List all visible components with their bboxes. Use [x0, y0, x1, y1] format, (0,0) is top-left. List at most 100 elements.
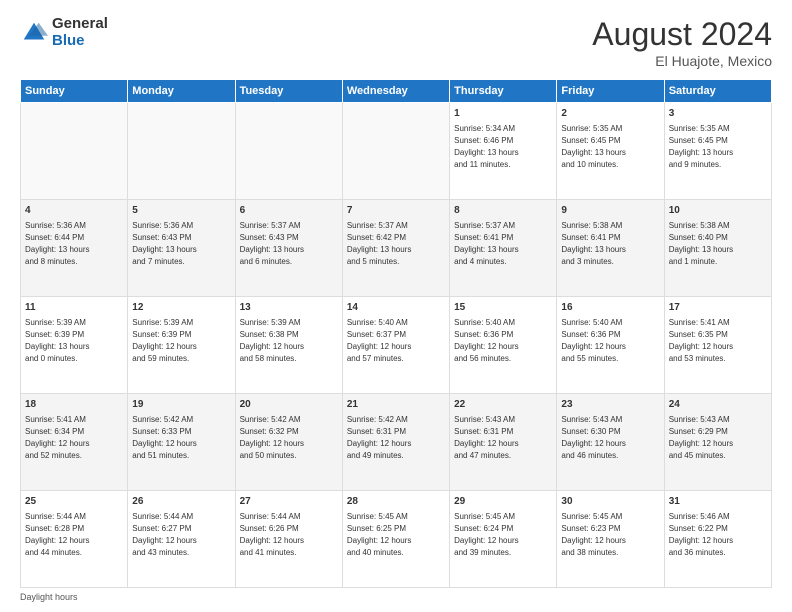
- day-cell: 31 Sunrise: 5:46 AM Sunset: 6:22 PM Dayli…: [664, 491, 771, 588]
- logo-general: General: [52, 16, 108, 33]
- day-number: 17: [669, 301, 767, 315]
- day-cell: [235, 103, 342, 200]
- day-number: 21: [347, 398, 445, 412]
- day-number: 24: [669, 398, 767, 412]
- day-info: Sunrise: 5:35 AM Sunset: 6:45 PM Dayligh…: [561, 124, 625, 169]
- day-info: Sunrise: 5:45 AM Sunset: 6:23 PM Dayligh…: [561, 512, 625, 557]
- day-info: Sunrise: 5:46 AM Sunset: 6:22 PM Dayligh…: [669, 512, 733, 557]
- day-cell: 27 Sunrise: 5:44 AM Sunset: 6:26 PM Dayli…: [235, 491, 342, 588]
- header-row: SundayMondayTuesdayWednesdayThursdayFrid…: [21, 80, 772, 103]
- day-cell: 30 Sunrise: 5:45 AM Sunset: 6:23 PM Dayli…: [557, 491, 664, 588]
- week-row-2: 4 Sunrise: 5:36 AM Sunset: 6:44 PM Daylig…: [21, 200, 772, 297]
- day-number: 26: [132, 495, 230, 509]
- day-cell: 8Sunrise: 5:37 AM Sunset: 6:41 PM Daylig…: [450, 200, 557, 297]
- footer-note: Daylight hours: [20, 592, 772, 602]
- day-info: Sunrise: 5:42 AM Sunset: 6:32 PM Dayligh…: [240, 415, 304, 460]
- day-number: 23: [561, 398, 659, 412]
- day-number: 2: [561, 107, 659, 121]
- day-cell: 5Sunrise: 5:36 AM Sunset: 6:43 PM Daylig…: [128, 200, 235, 297]
- day-info: Sunrise: 5:39 AM Sunset: 6:38 PM Dayligh…: [240, 318, 304, 363]
- day-cell: 2 Sunrise: 5:35 AM Sunset: 6:45 PM Daylig…: [557, 103, 664, 200]
- week-row-4: 18 Sunrise: 5:41 AM Sunset: 6:34 PM Dayli…: [21, 394, 772, 491]
- day-cell: 19 Sunrise: 5:42 AM Sunset: 6:33 PM Dayli…: [128, 394, 235, 491]
- day-number: 10: [669, 204, 767, 218]
- header: General Blue August 2024 El Huajote, Mex…: [20, 16, 772, 69]
- day-info: Sunrise: 5:38 AM Sunset: 6:40 PM Dayligh…: [669, 221, 733, 266]
- day-number: 27: [240, 495, 338, 509]
- col-header-monday: Monday: [128, 80, 235, 103]
- day-cell: [21, 103, 128, 200]
- day-number: 6: [240, 204, 338, 218]
- day-info: Sunrise: 5:42 AM Sunset: 6:33 PM Dayligh…: [132, 415, 196, 460]
- day-cell: 20 Sunrise: 5:42 AM Sunset: 6:32 PM Dayli…: [235, 394, 342, 491]
- day-info: Sunrise: 5:44 AM Sunset: 6:28 PM Dayligh…: [25, 512, 89, 557]
- day-info: Sunrise: 5:45 AM Sunset: 6:24 PM Dayligh…: [454, 512, 518, 557]
- day-cell: 29Sunrise: 5:45 AM Sunset: 6:24 PM Dayli…: [450, 491, 557, 588]
- day-number: 4: [25, 204, 123, 218]
- day-number: 30: [561, 495, 659, 509]
- day-info: Sunrise: 5:43 AM Sunset: 6:29 PM Dayligh…: [669, 415, 733, 460]
- day-cell: 22 Sunrise: 5:43 AM Sunset: 6:31 PM Dayli…: [450, 394, 557, 491]
- day-number: 13: [240, 301, 338, 315]
- day-cell: 10 Sunrise: 5:38 AM Sunset: 6:40 PM Dayli…: [664, 200, 771, 297]
- col-header-friday: Friday: [557, 80, 664, 103]
- calendar-body: 1Sunrise: 5:34 AM Sunset: 6:46 PM Daylig…: [21, 103, 772, 588]
- page: General Blue August 2024 El Huajote, Mex…: [0, 0, 792, 612]
- col-header-wednesday: Wednesday: [342, 80, 449, 103]
- col-header-sunday: Sunday: [21, 80, 128, 103]
- day-number: 31: [669, 495, 767, 509]
- day-number: 16: [561, 301, 659, 315]
- day-info: Sunrise: 5:43 AM Sunset: 6:31 PM Dayligh…: [454, 415, 518, 460]
- day-info: Sunrise: 5:35 AM Sunset: 6:45 PM Dayligh…: [669, 124, 733, 169]
- month-year: August 2024: [592, 16, 772, 53]
- day-cell: 21Sunrise: 5:42 AM Sunset: 6:31 PM Dayli…: [342, 394, 449, 491]
- day-info: Sunrise: 5:40 AM Sunset: 6:36 PM Dayligh…: [454, 318, 518, 363]
- day-info: Sunrise: 5:45 AM Sunset: 6:25 PM Dayligh…: [347, 512, 411, 557]
- day-info: Sunrise: 5:40 AM Sunset: 6:36 PM Dayligh…: [561, 318, 625, 363]
- day-number: 25: [25, 495, 123, 509]
- day-cell: [128, 103, 235, 200]
- week-row-3: 11 Sunrise: 5:39 AM Sunset: 6:39 PM Dayli…: [21, 297, 772, 394]
- logo-text: General Blue: [52, 16, 108, 49]
- day-cell: 6Sunrise: 5:37 AM Sunset: 6:43 PM Daylig…: [235, 200, 342, 297]
- day-cell: 15 Sunrise: 5:40 AM Sunset: 6:36 PM Dayli…: [450, 297, 557, 394]
- footer-note-text: Daylight hours: [20, 592, 78, 602]
- day-info: Sunrise: 5:41 AM Sunset: 6:35 PM Dayligh…: [669, 318, 733, 363]
- logo-icon: [20, 19, 48, 47]
- week-row-5: 25 Sunrise: 5:44 AM Sunset: 6:28 PM Dayli…: [21, 491, 772, 588]
- day-cell: 25 Sunrise: 5:44 AM Sunset: 6:28 PM Dayli…: [21, 491, 128, 588]
- day-number: 9: [561, 204, 659, 218]
- day-cell: 1Sunrise: 5:34 AM Sunset: 6:46 PM Daylig…: [450, 103, 557, 200]
- day-number: 18: [25, 398, 123, 412]
- day-number: 5: [132, 204, 230, 218]
- day-info: Sunrise: 5:44 AM Sunset: 6:27 PM Dayligh…: [132, 512, 196, 557]
- day-cell: 4 Sunrise: 5:36 AM Sunset: 6:44 PM Daylig…: [21, 200, 128, 297]
- day-info: Sunrise: 5:41 AM Sunset: 6:34 PM Dayligh…: [25, 415, 89, 460]
- day-cell: 14Sunrise: 5:40 AM Sunset: 6:37 PM Dayli…: [342, 297, 449, 394]
- day-number: 11: [25, 301, 123, 315]
- day-info: Sunrise: 5:44 AM Sunset: 6:26 PM Dayligh…: [240, 512, 304, 557]
- day-cell: 13 Sunrise: 5:39 AM Sunset: 6:38 PM Dayli…: [235, 297, 342, 394]
- day-info: Sunrise: 5:39 AM Sunset: 6:39 PM Dayligh…: [132, 318, 196, 363]
- calendar-table: SundayMondayTuesdayWednesdayThursdayFrid…: [20, 79, 772, 588]
- day-number: 15: [454, 301, 552, 315]
- col-header-thursday: Thursday: [450, 80, 557, 103]
- day-info: Sunrise: 5:36 AM Sunset: 6:44 PM Dayligh…: [25, 221, 89, 266]
- day-cell: 17 Sunrise: 5:41 AM Sunset: 6:35 PM Dayli…: [664, 297, 771, 394]
- day-number: 22: [454, 398, 552, 412]
- day-number: 3: [669, 107, 767, 121]
- logo: General Blue: [20, 16, 108, 49]
- day-cell: 3 Sunrise: 5:35 AM Sunset: 6:45 PM Daylig…: [664, 103, 771, 200]
- day-number: 12: [132, 301, 230, 315]
- day-info: Sunrise: 5:34 AM Sunset: 6:46 PM Dayligh…: [454, 124, 518, 169]
- day-info: Sunrise: 5:39 AM Sunset: 6:39 PM Dayligh…: [25, 318, 89, 363]
- col-header-saturday: Saturday: [664, 80, 771, 103]
- day-number: 19: [132, 398, 230, 412]
- day-cell: 12 Sunrise: 5:39 AM Sunset: 6:39 PM Dayli…: [128, 297, 235, 394]
- day-cell: 24 Sunrise: 5:43 AM Sunset: 6:29 PM Dayli…: [664, 394, 771, 491]
- location: El Huajote, Mexico: [592, 53, 772, 69]
- day-info: Sunrise: 5:40 AM Sunset: 6:37 PM Dayligh…: [347, 318, 411, 363]
- logo-blue: Blue: [52, 33, 108, 50]
- day-cell: 7Sunrise: 5:37 AM Sunset: 6:42 PM Daylig…: [342, 200, 449, 297]
- day-number: 20: [240, 398, 338, 412]
